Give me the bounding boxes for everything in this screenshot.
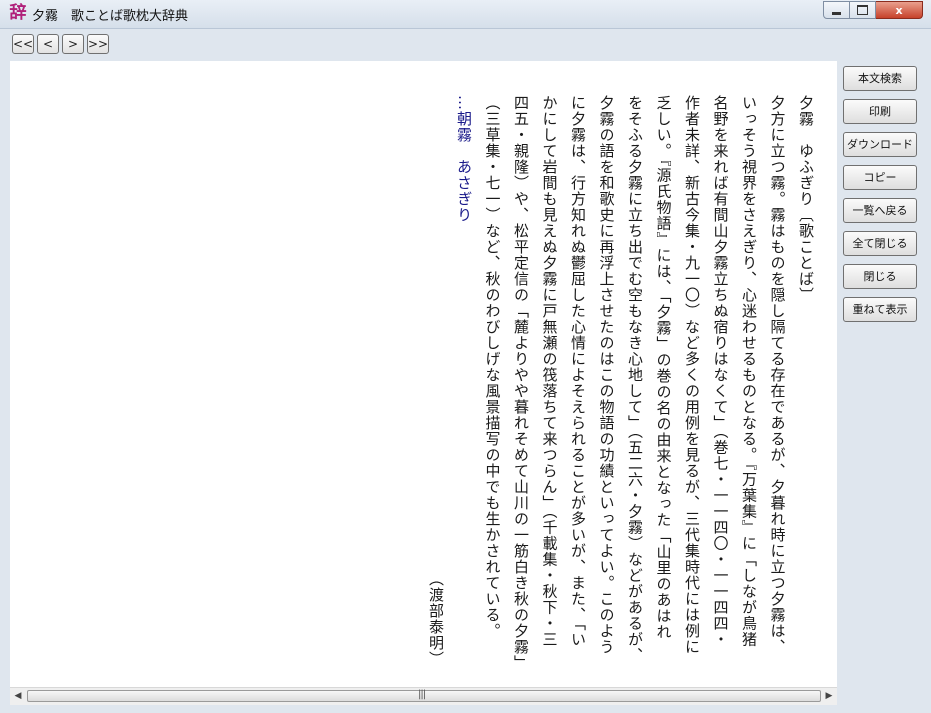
grip-icon: ||| (418, 689, 426, 700)
download-button[interactable]: ダウンロード (843, 132, 917, 157)
entry-text-line: に夕霧は、行方知れぬ鬱屈した心情によそえられることが多いが、また、「い (569, 95, 587, 648)
close-entry-button[interactable]: 閉じる (843, 264, 917, 289)
minimize-icon (832, 11, 841, 15)
close-icon: x (895, 3, 903, 17)
fulltext-search-button[interactable]: 本文検索 (843, 66, 917, 91)
close-all-button[interactable]: 全て閉じる (843, 231, 917, 256)
back-to-list-button[interactable]: 一覧へ戻る (843, 198, 917, 223)
entry-text-line: 作者未詳、新古今集・九一〇）など多くの用例を見るが、三代集時代には例に (683, 95, 701, 655)
print-button[interactable]: 印刷 (843, 99, 917, 124)
copy-button[interactable]: コピー (843, 165, 917, 190)
entry-text-line: 夕霧の語を和歌史に再浮上させたのはこの物語の功績といってよい。このよう (597, 95, 616, 655)
next-page-button[interactable]: > (62, 34, 84, 54)
entry-text-line: をそふる夕霧に立ち出でむ空もなき心地して」（五二六・夕霧）などがあるが、 (626, 95, 644, 664)
previous-page-button[interactable]: < (37, 34, 59, 54)
see-also-link-asagiri[interactable]: …朝霧 あさぎり (450, 95, 479, 685)
entry-text-line: 四五・親隆）や、松平定信の「麓よりやや暮れそめて山川の一筋白き秋の夕霧」 (512, 95, 530, 671)
entry-heading: 夕霧 ゆふぎり〔歌ことば〕 (797, 95, 815, 303)
minimize-button[interactable] (823, 1, 850, 19)
navigation-toolbar: << < > >> (0, 29, 931, 61)
window-controls: x (823, 1, 923, 19)
app-dictionary-icon: 辞 (9, 3, 27, 23)
close-button[interactable]: x (876, 1, 923, 19)
horizontal-scrollbar[interactable]: ◀ ||| ▶ (10, 687, 837, 705)
maximize-icon (857, 5, 868, 15)
entry-text-line: （三草集・七一）など、秋のわびしげな風景描写の中でも生かされている。 (483, 95, 502, 639)
entry-text-line: いっそう視界をさえぎり、心迷わせるものとなる。『万葉集』に「しなが鳥猪 (740, 95, 758, 648)
scrollbar-thumb[interactable]: ||| (27, 689, 821, 702)
entry-content-pane[interactable]: 夕霧 ゆふぎり〔歌ことば〕 夕方に立つ霧。霧はものを隠し隔てる存在であるが、夕暮… (10, 61, 837, 687)
entry-body: 夕霧 ゆふぎり〔歌ことば〕 夕方に立つ霧。霧はものを隠し隔てる存在であるが、夕暮… (450, 95, 821, 685)
entry-text-line: 乏しい。『源氏物語』には、「夕霧」の巻の名の由来となった「山里のあはれ (654, 95, 673, 640)
entry-author: （渡部泰明） (427, 571, 445, 667)
title-bar: 辞 夕霧 歌ことば歌枕大辞典 x (0, 0, 931, 29)
scroll-right-arrow-icon[interactable]: ▶ (821, 689, 837, 704)
action-sidebar: 本文検索 印刷 ダウンロード コピー 一覧へ戻る 全て閉じる 閉じる 重ねて表示 (843, 66, 917, 330)
first-page-button[interactable]: << (12, 34, 34, 54)
last-page-button[interactable]: >> (87, 34, 109, 54)
entry-text-line: かにして岩間も見えぬ夕霧に戸無瀬の筏落ちて来つらん」（千載集・秋下・三 (540, 95, 559, 648)
cascade-display-button[interactable]: 重ねて表示 (843, 297, 917, 322)
entry-text-line: 名野を来れば有間山夕霧立ちぬ宿りはなくて」（巻七・一一四〇・一一四四・ (711, 95, 730, 648)
scroll-left-arrow-icon[interactable]: ◀ (10, 689, 26, 704)
window-title: 夕霧 歌ことば歌枕大辞典 (32, 9, 189, 24)
maximize-button[interactable] (850, 1, 876, 19)
entry-text-line: 夕方に立つ霧。霧はものを隠し隔てる存在であるが、夕暮れ時に立つ夕霧は、 (768, 95, 787, 655)
